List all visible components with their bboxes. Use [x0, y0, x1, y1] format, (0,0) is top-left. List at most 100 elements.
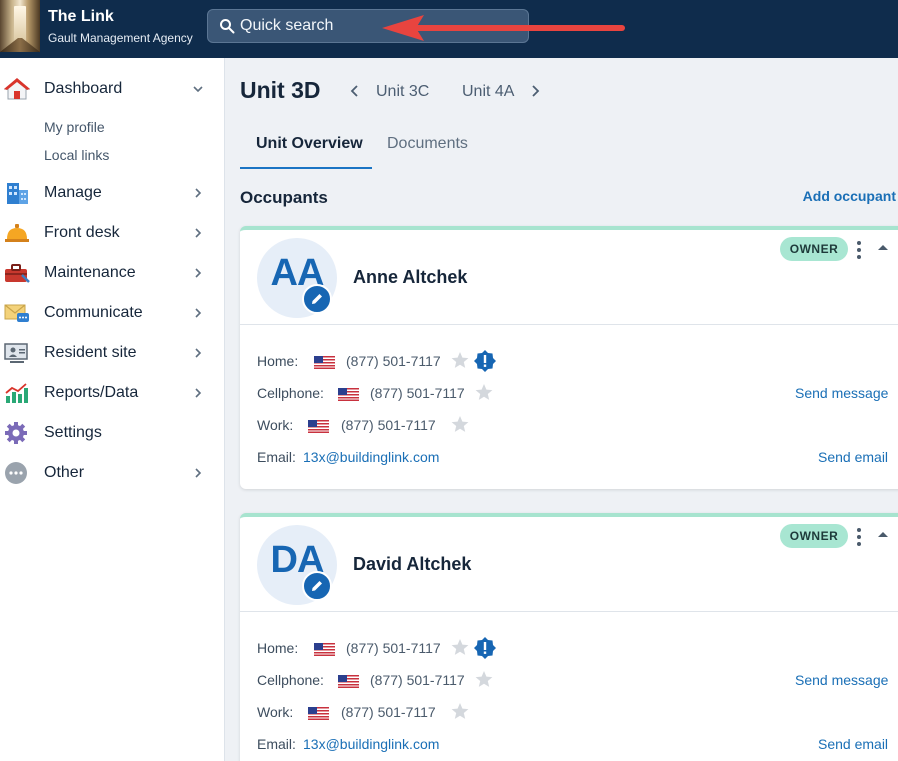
email-row: Email: 13x@buildinglink.com — [257, 446, 557, 468]
sidebar-item-label: Dashboard — [44, 80, 123, 97]
sidebar-item-my-profile[interactable]: My profile — [44, 119, 105, 135]
email-label: Email: — [257, 449, 296, 465]
home-phone-row: Home: (877) 501-7117 — [257, 637, 557, 659]
home-phone[interactable]: (877) 501-7117 — [346, 640, 441, 656]
cell-phone[interactable]: (877) 501-7117 — [370, 385, 465, 401]
us-flag-icon — [308, 420, 329, 433]
work-phone-row: Work: (877) 501-7117 — [257, 701, 557, 723]
alert-badge-icon — [474, 637, 496, 659]
building-icon — [7, 183, 28, 204]
bar-chart-icon — [5, 383, 28, 403]
send-email-link[interactable]: Send email — [818, 449, 888, 465]
star-icon[interactable] — [475, 383, 493, 401]
gear-icon — [5, 422, 27, 444]
active-tab-indicator — [240, 167, 372, 169]
star-icon[interactable] — [451, 702, 469, 720]
us-flag-icon — [314, 643, 335, 656]
sidebar-item-label: Settings — [44, 424, 102, 441]
chevron-right-icon — [195, 348, 202, 358]
sidebar-item-maintenance[interactable]: Maintenance — [0, 255, 224, 291]
app-subtitle: Gault Management Agency — [48, 31, 193, 45]
home-phone[interactable]: (877) 501-7117 — [346, 353, 441, 369]
us-flag-icon — [308, 707, 329, 720]
edit-avatar-button[interactable] — [302, 571, 332, 601]
send-message-link[interactable]: Send message — [795, 672, 888, 688]
building-logo[interactable] — [0, 0, 40, 52]
sidebar-item-settings[interactable]: Settings — [0, 415, 224, 451]
tab-unit-overview[interactable]: Unit Overview — [256, 135, 363, 153]
sidebar: Dashboard My profile Local links Manage … — [0, 58, 225, 761]
sidebar-item-local-links[interactable]: Local links — [44, 147, 109, 163]
more-vertical-icon[interactable] — [854, 240, 864, 260]
email-label: Email: — [257, 736, 296, 752]
collapse-caret-icon[interactable] — [876, 242, 890, 252]
cell-phone-row: Cellphone: (877) 501-7117 — [257, 382, 557, 404]
work-label: Work: — [257, 417, 294, 433]
us-flag-icon — [314, 356, 335, 369]
main-content: Unit 3D Unit 3C Unit 4A Unit Overview Do… — [226, 58, 898, 761]
star-icon[interactable] — [451, 415, 469, 433]
collapse-caret-icon[interactable] — [876, 529, 890, 539]
tab-documents[interactable]: Documents — [387, 135, 468, 153]
email-row: Email: 13x@buildinglink.com — [257, 733, 557, 755]
sidebar-item-label: Manage — [44, 184, 102, 201]
monitor-person-icon — [4, 343, 28, 363]
us-flag-icon — [338, 675, 359, 688]
work-label: Work: — [257, 704, 294, 720]
top-bar: The Link Gault Management Agency — [0, 0, 898, 58]
chevron-right-icon[interactable] — [528, 84, 542, 98]
star-icon[interactable] — [475, 670, 493, 688]
app-title: The Link — [48, 8, 114, 25]
pencil-icon — [312, 294, 322, 304]
next-unit-link[interactable]: Unit 4A — [462, 83, 514, 101]
sidebar-item-other[interactable]: Other — [0, 455, 224, 491]
chevron-right-icon — [195, 308, 202, 318]
cell-label: Cellphone: — [257, 672, 324, 688]
occupant-card: AA Anne Altchek OWNER Home: (877) 501-71… — [240, 226, 898, 489]
edit-avatar-button[interactable] — [302, 284, 332, 314]
occupant-card-header: AA Anne Altchek OWNER — [240, 230, 898, 325]
cell-phone-row: Cellphone: (877) 501-7117 — [257, 669, 557, 691]
service-bell-icon — [5, 224, 29, 242]
occupant-name: Anne Altchek — [353, 267, 468, 287]
sidebar-item-label: Front desk — [44, 224, 120, 241]
more-vertical-icon[interactable] — [854, 527, 864, 547]
send-email-link[interactable]: Send email — [818, 736, 888, 752]
toolbox-icon — [5, 264, 30, 283]
sidebar-item-front-desk[interactable]: Front desk — [0, 215, 224, 251]
chevron-right-icon — [195, 388, 202, 398]
owner-badge: OWNER — [780, 524, 848, 548]
add-occupant-link[interactable]: Add occupant — [803, 188, 896, 204]
sidebar-item-label: Resident site — [44, 344, 137, 361]
send-message-link[interactable]: Send message — [795, 385, 888, 401]
occupant-name: David Altchek — [353, 554, 472, 574]
sidebar-item-dashboard[interactable]: Dashboard — [0, 71, 224, 107]
annotation-arrow-icon — [382, 15, 625, 41]
sidebar-item-label: Reports/Data — [44, 384, 139, 401]
email-link[interactable]: 13x@buildinglink.com — [303, 449, 439, 465]
sidebar-item-label: Other — [44, 464, 85, 481]
email-link[interactable]: 13x@buildinglink.com — [303, 736, 439, 752]
work-phone[interactable]: (877) 501-7117 — [341, 704, 436, 720]
sidebar-item-label: Maintenance — [44, 264, 136, 281]
home-label: Home: — [257, 353, 299, 369]
chevron-down-icon — [193, 86, 203, 93]
cell-phone[interactable]: (877) 501-7117 — [370, 672, 465, 688]
envelope-chat-icon — [4, 304, 29, 322]
occupant-card: DA David Altchek OWNER Home: (877) 501-7… — [240, 513, 898, 761]
sidebar-item-resident-site[interactable]: Resident site — [0, 335, 224, 371]
star-icon[interactable] — [451, 638, 469, 656]
sidebar-item-reports-data[interactable]: Reports/Data — [0, 375, 224, 411]
star-icon[interactable] — [451, 351, 469, 369]
sidebar-item-communicate[interactable]: Communicate — [0, 295, 224, 331]
page-title: Unit 3D — [240, 77, 321, 103]
cell-label: Cellphone: — [257, 385, 324, 401]
prev-unit-link[interactable]: Unit 3C — [376, 83, 429, 101]
sidebar-item-manage[interactable]: Manage — [0, 175, 224, 211]
work-phone[interactable]: (877) 501-7117 — [341, 417, 436, 433]
work-phone-row: Work: (877) 501-7117 — [257, 414, 557, 436]
alert-badge-icon — [474, 350, 496, 372]
us-flag-icon — [338, 388, 359, 401]
chevron-left-icon[interactable] — [348, 84, 362, 98]
home-label: Home: — [257, 640, 299, 656]
